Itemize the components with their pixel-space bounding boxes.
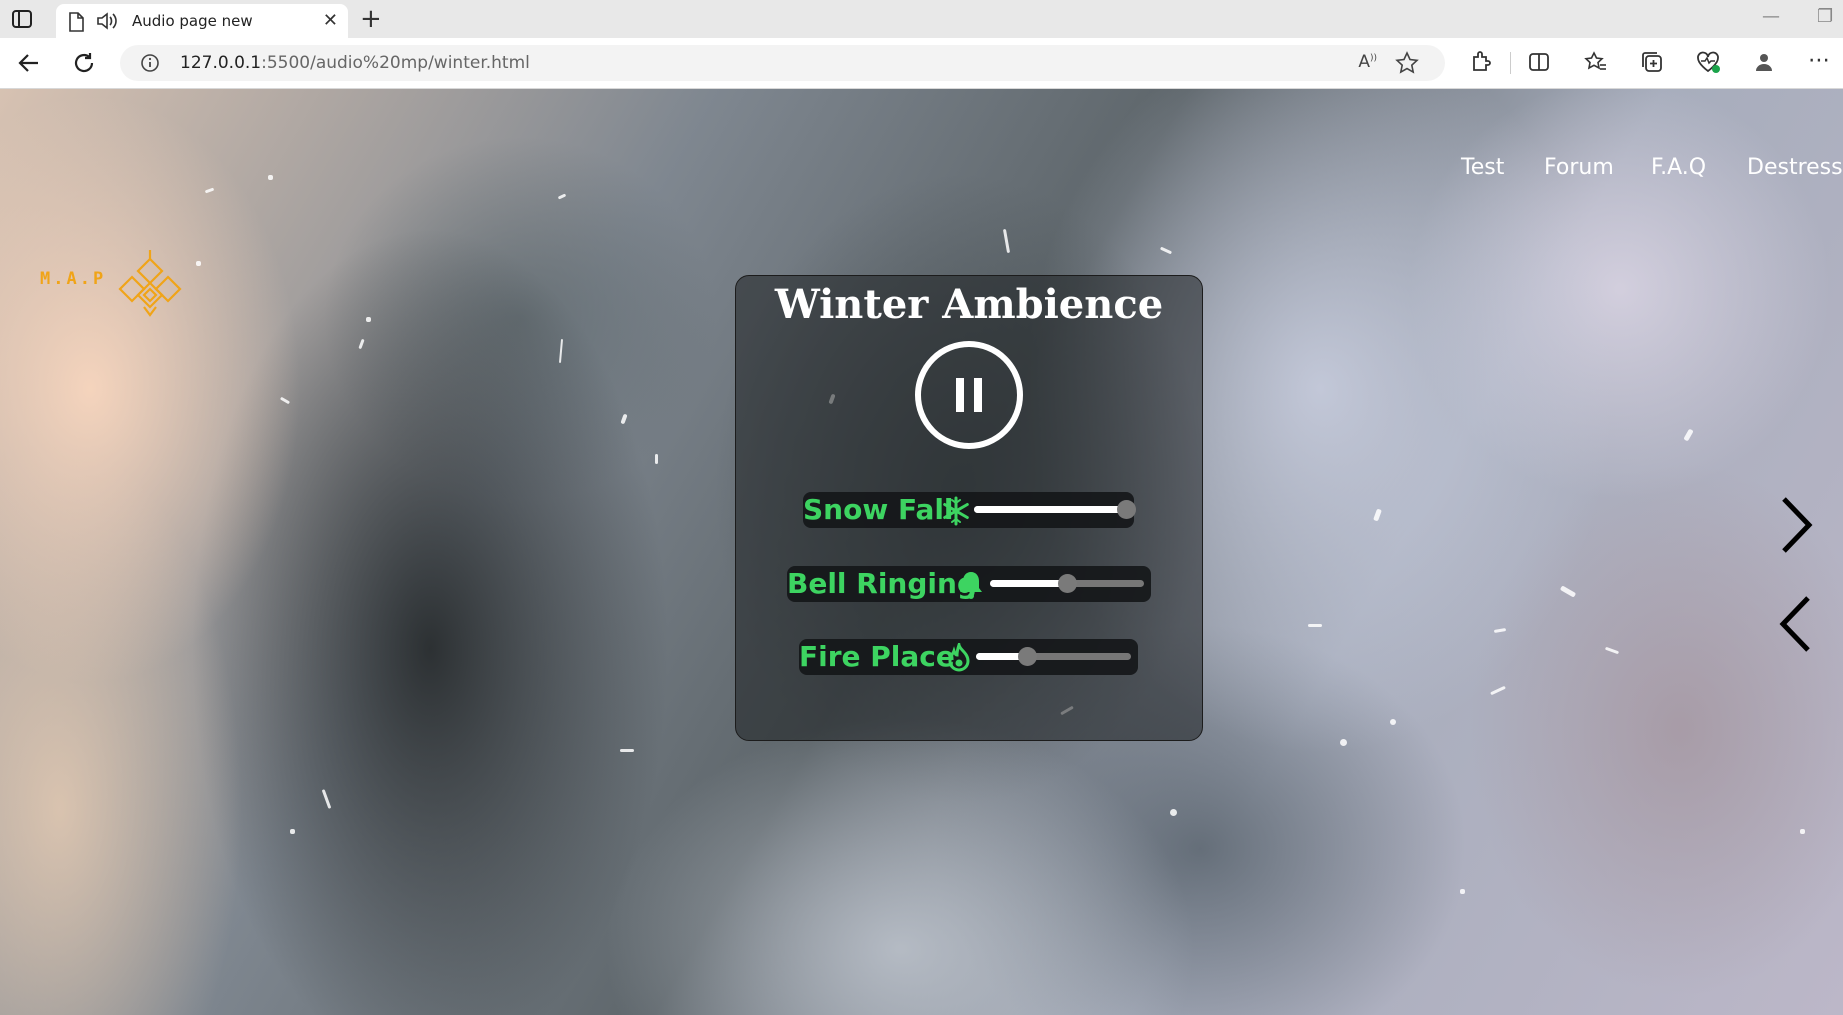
snowflake-particle: [268, 175, 273, 180]
tab-actions-icon[interactable]: [10, 8, 36, 32]
snowflake-particle: [279, 396, 291, 405]
more-menu-icon[interactable]: ⋯: [1808, 48, 1830, 73]
snowflake-particle: [1604, 646, 1620, 655]
url-host: 127.0.0.1: [180, 53, 262, 73]
snowflake-particle: [1493, 627, 1507, 634]
sound-control-fire-place: Fire Place: [799, 639, 1138, 675]
speaker-icon[interactable]: [96, 11, 118, 31]
next-arrow-icon[interactable]: [1776, 495, 1816, 555]
address-bar[interactable]: 127.0.0.1:5500/audio%20mp/winter.html A)…: [120, 45, 1445, 81]
toolbar-divider: [1510, 52, 1511, 74]
snowflake-particle: [1559, 585, 1577, 598]
volume-slider-fill: [974, 506, 1126, 513]
nav-link-destress[interactable]: Destress: [1747, 155, 1843, 180]
sound-control-snow-fall: Snow Fall: [803, 492, 1136, 528]
collections-icon[interactable]: [1640, 50, 1664, 74]
restore-icon[interactable]: ❐: [1817, 6, 1833, 27]
snowflake-icon: [943, 496, 969, 526]
pause-button[interactable]: [914, 340, 1024, 450]
snowflake-particle: [321, 789, 332, 809]
read-aloud-icon[interactable]: A)): [1358, 52, 1377, 72]
snowflake-particle: [1170, 809, 1177, 816]
favorite-star-icon[interactable]: [1395, 51, 1419, 75]
snowflake-particle: [204, 187, 215, 194]
url-text[interactable]: 127.0.0.1:5500/audio%20mp/winter.html: [180, 53, 530, 73]
minimize-icon[interactable]: —: [1762, 6, 1780, 27]
browser-essentials-icon[interactable]: [1695, 50, 1721, 74]
url-path: :5500/audio%20mp/winter.html: [261, 53, 530, 73]
snowflake-particle: [1390, 719, 1396, 725]
volume-slider-fill: [990, 580, 1067, 587]
sound-label: Bell Ringing: [787, 567, 977, 600]
volume-slider[interactable]: [976, 647, 1131, 666]
extensions-icon[interactable]: [1469, 50, 1493, 74]
snowflake-particle: [557, 193, 567, 200]
snowflake-particle: [1159, 246, 1173, 255]
snowflake-particle: [655, 454, 658, 464]
snowflake-particle: [1800, 829, 1805, 834]
snowflake-particle: [290, 829, 295, 834]
snowflake-particle: [620, 749, 634, 752]
snowflake-particle: [196, 261, 201, 266]
page-background: M.A.P Test Forum F.A.Q Destress Winter A…: [0, 89, 1843, 1015]
favorites-icon[interactable]: [1584, 50, 1608, 74]
snowflake-particle: [1460, 889, 1465, 894]
profile-icon[interactable]: [1752, 50, 1776, 74]
nav-link-test[interactable]: Test: [1461, 155, 1504, 180]
snowflake-particle: [1683, 428, 1694, 442]
sound-control-bell-ringing: Bell Ringing: [787, 566, 1151, 602]
snowflake-particle: [1002, 228, 1011, 254]
refresh-icon[interactable]: [71, 50, 97, 76]
volume-slider-thumb[interactable]: [1058, 574, 1077, 593]
browser-tab[interactable]: Audio page new ✕: [56, 4, 348, 38]
nav-link-forum[interactable]: Forum: [1544, 155, 1614, 180]
site-info-icon[interactable]: [140, 53, 160, 73]
sound-label: Fire Place: [799, 640, 955, 673]
logo-text: M.A.P: [40, 269, 107, 289]
sound-label: Snow Fall: [803, 493, 954, 526]
browser-toolbar: 127.0.0.1:5500/audio%20mp/winter.html A)…: [0, 38, 1843, 89]
snowflake-particle: [366, 317, 371, 322]
ambience-player-card: Winter Ambience Snow Fall Bell Ringing F…: [735, 275, 1203, 741]
volume-slider-thumb[interactable]: [1117, 500, 1136, 519]
volume-slider[interactable]: [974, 500, 1136, 519]
volume-slider[interactable]: [990, 574, 1144, 593]
previous-arrow-icon[interactable]: [1776, 594, 1816, 654]
volume-slider-thumb[interactable]: [1018, 647, 1038, 666]
page-icon: [69, 12, 84, 32]
tab-title: Audio page new: [132, 12, 253, 30]
new-tab-icon[interactable]: +: [360, 4, 382, 34]
nav-link-faq[interactable]: F.A.Q: [1651, 155, 1706, 180]
flame-icon: [948, 643, 970, 672]
snowflake-particle: [620, 413, 628, 425]
tab-close-icon[interactable]: ✕: [323, 10, 338, 31]
snowflake-particle: [1308, 624, 1322, 627]
snowflake-particle: [1340, 739, 1347, 746]
back-icon[interactable]: [16, 50, 42, 76]
player-title: Winter Ambience: [774, 281, 1164, 328]
browser-tab-strip: Audio page new ✕ + — ❐: [0, 0, 1843, 38]
snowflake-particle: [1490, 685, 1506, 696]
diamond-logo-icon: [118, 250, 182, 317]
split-screen-icon[interactable]: [1527, 50, 1551, 74]
snowflake-particle: [1373, 508, 1382, 522]
bell-icon: [960, 572, 982, 599]
site-logo[interactable]: M.A.P: [40, 247, 190, 317]
snowflake-particle: [358, 338, 365, 350]
snowflake-particle: [558, 338, 564, 364]
